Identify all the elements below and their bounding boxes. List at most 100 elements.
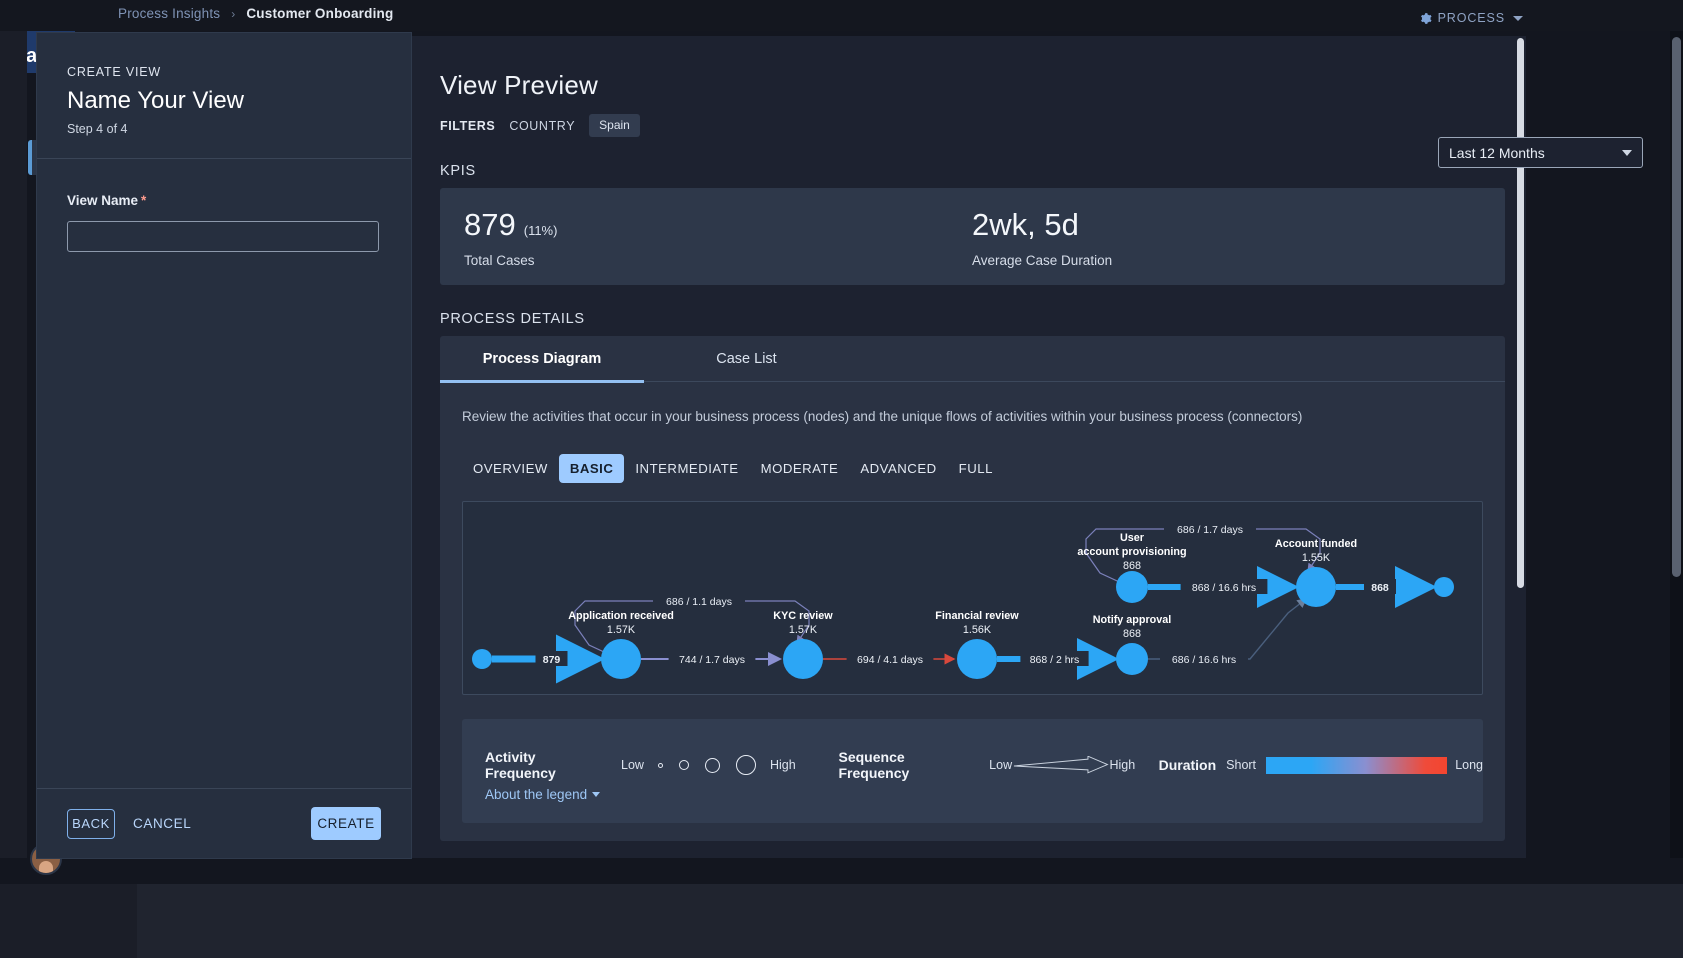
svg-text:account provisioning: account provisioning bbox=[1077, 546, 1186, 558]
svg-text:868 / 2 hrs: 868 / 2 hrs bbox=[1030, 654, 1080, 666]
modal-header: CREATE VIEW Name Your View Step 4 of 4 bbox=[37, 33, 411, 159]
detail-level-basic[interactable]: BASIC bbox=[558, 454, 625, 483]
view-preview-panel: View Preview FILTERS COUNTRY Spain KPIS … bbox=[411, 36, 1526, 858]
legend-duration-title: Duration bbox=[1158, 757, 1217, 774]
svg-text:KYC review: KYC review bbox=[773, 610, 833, 622]
legend-sequence-high: High bbox=[1109, 758, 1136, 773]
svg-text:868 / 16.6 hrs: 868 / 16.6 hrs bbox=[1192, 582, 1256, 594]
detail-level-full[interactable]: FULL bbox=[948, 454, 1004, 483]
tab-process-diagram[interactable]: Process Diagram bbox=[440, 336, 644, 383]
create-button[interactable]: CREATE bbox=[311, 807, 381, 840]
svg-text:1.56K: 1.56K bbox=[963, 624, 992, 636]
svg-text:744 / 1.7 days: 744 / 1.7 days bbox=[679, 654, 745, 666]
svg-text:694 / 4.1 days: 694 / 4.1 days bbox=[857, 654, 923, 666]
svg-text:868: 868 bbox=[1371, 582, 1389, 594]
svg-text:Notify approval: Notify approval bbox=[1093, 614, 1172, 626]
diagram-description: Review the activities that occur in your… bbox=[462, 409, 1303, 424]
legend-sequence-low: Low bbox=[989, 758, 1013, 773]
back-button[interactable]: BACK bbox=[67, 808, 115, 839]
filter-key-country: COUNTRY bbox=[509, 118, 576, 133]
app-side-rail bbox=[0, 31, 27, 858]
process-details-card: Process Diagram Case List Review the act… bbox=[440, 336, 1505, 841]
about-the-legend-toggle[interactable]: About the legend bbox=[485, 787, 601, 802]
svg-text:868: 868 bbox=[1123, 628, 1141, 640]
legend-activity-size-3 bbox=[704, 757, 720, 773]
process-details-heading: PROCESS DETAILS bbox=[440, 311, 585, 327]
page-title: View Preview bbox=[440, 70, 598, 100]
process-menu[interactable]: PROCESS bbox=[1419, 11, 1523, 25]
chevron-down-icon bbox=[592, 792, 601, 797]
create-view-modal: CREATE VIEW Name Your View Step 4 of 4 V… bbox=[37, 33, 411, 858]
window-scrollbar-thumb[interactable] bbox=[1672, 37, 1681, 577]
filters-row: FILTERS COUNTRY Spain bbox=[440, 114, 1505, 137]
breadcrumb: Process Insights › Customer Onboarding bbox=[118, 6, 393, 21]
tablist: Process Diagram Case List bbox=[440, 336, 1505, 383]
process-diagram-canvas[interactable]: 879 744 / 1.7 days 694 / 4.1 days 868 / 2 h… bbox=[462, 501, 1483, 695]
legend-activity-size-1 bbox=[657, 762, 663, 768]
kpi-total-cases-label: Total Cases bbox=[464, 253, 535, 268]
svg-text:686 / 1.1 days: 686 / 1.1 days bbox=[666, 596, 732, 608]
preview-scrollbar-thumb[interactable] bbox=[1517, 38, 1524, 588]
breadcrumb-root[interactable]: Process Insights bbox=[118, 6, 220, 21]
svg-text:Financial review: Financial review bbox=[935, 610, 1019, 622]
view-name-label: View Name * bbox=[67, 193, 147, 208]
svg-text:User: User bbox=[1120, 532, 1145, 544]
legend-activity-low: Low bbox=[621, 758, 644, 773]
legend-activity-high: High bbox=[769, 758, 796, 773]
kpi-average-duration: 2wk, 5d Average Case Duration bbox=[972, 207, 1112, 268]
kpi-average-duration-label: Average Case Duration bbox=[972, 253, 1113, 268]
required-marker: * bbox=[141, 193, 147, 208]
modal-title: Name Your View bbox=[67, 87, 244, 114]
filters-label: FILTERS bbox=[440, 118, 496, 133]
diagram-legend: Activity Frequency Low High Sequence Fre… bbox=[462, 719, 1483, 823]
app-bottom-bar-inner bbox=[137, 884, 1683, 958]
svg-text:879: 879 bbox=[543, 654, 561, 666]
legend-duration-short: Short bbox=[1226, 758, 1257, 773]
cancel-button[interactable]: CANCEL bbox=[129, 810, 195, 837]
chevron-down-icon bbox=[1513, 15, 1523, 21]
kpi-total-cases: 879 (11%) Total Cases bbox=[464, 207, 557, 268]
breadcrumb-separator-icon: › bbox=[231, 7, 236, 21]
legend-activity-size-4 bbox=[735, 755, 756, 776]
view-name-input[interactable] bbox=[67, 221, 379, 252]
legend-sequence-frequency-title: Sequence Frequency bbox=[838, 749, 910, 782]
svg-text:686 / 1.7 days: 686 / 1.7 days bbox=[1177, 524, 1243, 536]
process-diagram-svg: 879 744 / 1.7 days 694 / 4.1 days 868 / 2 h… bbox=[472, 521, 1454, 684]
modal-footer: BACK CANCEL CREATE bbox=[37, 788, 411, 858]
time-range-value: Last 12 Months bbox=[1449, 144, 1545, 161]
svg-text:1.57K: 1.57K bbox=[607, 624, 636, 636]
modal-step-indicator: Step 4 of 4 bbox=[67, 122, 128, 136]
svg-text:686 / 16.6 hrs: 686 / 16.6 hrs bbox=[1172, 654, 1236, 666]
duration-gradient-bar bbox=[1266, 756, 1448, 774]
gear-icon bbox=[1419, 12, 1432, 25]
tab-case-list[interactable]: Case List bbox=[644, 336, 849, 382]
svg-text:868: 868 bbox=[1123, 560, 1141, 572]
kpis-heading: KPIS bbox=[440, 163, 476, 179]
sequence-frequency-arrow-icon bbox=[1014, 756, 1109, 774]
kpi-total-cases-value: 879 bbox=[464, 207, 516, 242]
svg-text:Application received: Application received bbox=[568, 610, 674, 622]
filter-chip-spain[interactable]: Spain bbox=[589, 114, 640, 137]
chevron-down-icon bbox=[1622, 149, 1632, 156]
legend-activity-size-2 bbox=[678, 760, 689, 771]
detail-level-overview[interactable]: OVERVIEW bbox=[462, 454, 559, 483]
legend-activity-frequency-title: Activity Frequency bbox=[485, 749, 556, 782]
time-range-select[interactable]: Last 12 Months bbox=[1438, 137, 1643, 168]
window-scrollbar[interactable] bbox=[1670, 31, 1683, 858]
svg-text:Account funded: Account funded bbox=[1275, 538, 1357, 550]
detail-level-intermediate[interactable]: INTERMEDIATE bbox=[624, 454, 749, 483]
detail-level-group: OVERVIEW BASIC INTERMEDIATE MODERATE ADV… bbox=[462, 454, 1505, 483]
kpi-total-cases-delta: (11%) bbox=[523, 223, 558, 238]
svg-text:1.57K: 1.57K bbox=[789, 624, 818, 636]
kpi-average-duration-value: 2wk, 5d bbox=[972, 207, 1079, 242]
kpi-card: 879 (11%) Total Cases 2wk, 5d Average Ca… bbox=[440, 188, 1505, 285]
detail-level-advanced[interactable]: ADVANCED bbox=[849, 454, 947, 483]
svg-text:1.55K: 1.55K bbox=[1302, 552, 1331, 564]
top-bar: Process Insights › Customer Onboarding P… bbox=[0, 0, 1683, 31]
modal-body: View Name * bbox=[37, 159, 411, 788]
about-the-legend-label: About the legend bbox=[485, 787, 588, 802]
breadcrumb-current: Customer Onboarding bbox=[246, 6, 394, 21]
modal-eyebrow: CREATE VIEW bbox=[67, 65, 161, 79]
detail-level-moderate[interactable]: MODERATE bbox=[750, 454, 850, 483]
legend-duration-long: Long bbox=[1455, 758, 1483, 773]
